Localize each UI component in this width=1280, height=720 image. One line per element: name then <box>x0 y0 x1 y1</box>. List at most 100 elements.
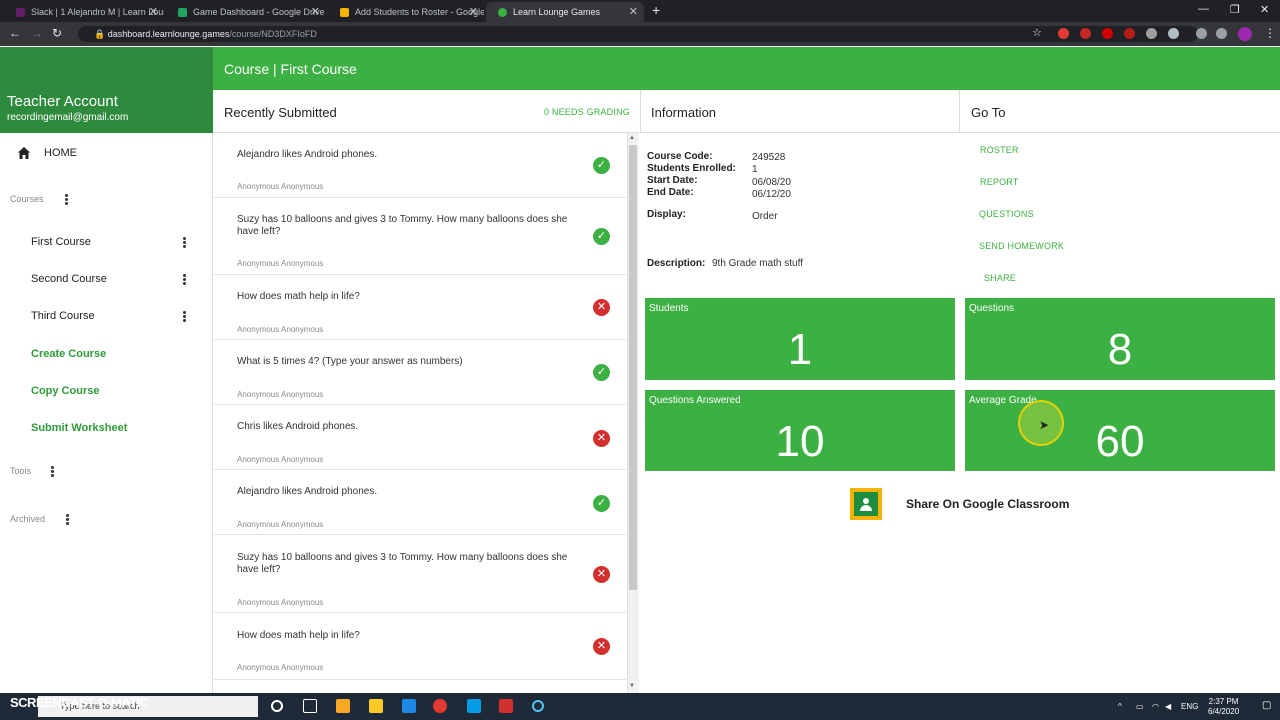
tray-chevron-icon[interactable]: ^ <box>1118 702 1122 711</box>
browser-tab-learnlounge[interactable]: Learn Lounge Games ✕ <box>486 2 644 22</box>
page-title: Course | First Course <box>224 61 357 77</box>
needs-grading-link[interactable]: 0 NEEDS GRADING <box>544 107 630 117</box>
check-icon: ✓ <box>593 157 610 174</box>
create-course-link[interactable]: Create Course <box>31 348 106 360</box>
submission-question: Suzy has 10 balloons and gives 3 to Tomm… <box>237 214 568 237</box>
average-grade-value: 60 <box>1095 417 1145 466</box>
back-icon[interactable]: ← <box>9 26 21 40</box>
check-icon: ✓ <box>593 495 610 512</box>
sidebar-item-second-course[interactable]: Second Course <box>31 273 107 285</box>
report-link[interactable]: REPORT <box>980 177 1019 187</box>
submission-row[interactable]: Chris likes Android phones. Anonymous An… <box>214 405 626 470</box>
new-tab-button[interactable]: + <box>652 2 660 18</box>
account-email: recordingemail@gmail.com <box>7 112 129 123</box>
submit-worksheet-link[interactable]: Submit Worksheet <box>31 422 127 434</box>
share-link[interactable]: SHARE <box>984 273 1016 283</box>
learnlounge-icon <box>498 7 507 17</box>
start-date-label: Start Date: <box>647 175 698 186</box>
extension-icon[interactable] <box>1146 28 1157 39</box>
tab-title: Learn Lounge Games <box>513 7 601 17</box>
submission-list: Alejandro likes Android phones. Anonymou… <box>214 133 626 693</box>
display-value: Order <box>752 211 778 222</box>
share-google-classroom-button[interactable]: Share On Google Classroom <box>906 497 1069 511</box>
browser-tab-drive[interactable]: Game Dashboard - Google Drive ✕ <box>166 2 326 22</box>
submission-row[interactable]: Alejandro likes Android phones. Anonymou… <box>214 133 626 198</box>
questions-link[interactable]: QUESTIONS <box>979 209 1034 219</box>
sidebar-item-home[interactable]: HOME <box>17 146 77 160</box>
submission-row[interactable]: Alejandro likes Android phones. Anonymou… <box>214 470 626 535</box>
taskbar-clock[interactable]: 2:37 PM 6/4/2020 <box>1208 697 1239 717</box>
sidebar-item-first-course[interactable]: First Course <box>31 236 91 248</box>
submission-row[interactable]: What is 5 times 4? (Type your answer as … <box>214 340 626 405</box>
questions-answered-label: Questions Answered <box>649 395 741 406</box>
minimize-button[interactable]: — <box>1198 3 1209 15</box>
volume-icon[interactable]: ◀ <box>1165 702 1171 711</box>
task-view-icon[interactable] <box>303 699 317 713</box>
extension-icon[interactable] <box>1102 28 1113 39</box>
language-indicator[interactable]: ENG <box>1181 702 1198 711</box>
chrome-icon[interactable] <box>433 699 447 713</box>
submission-row[interactable]: How does math help in life? Anonymous An… <box>214 275 626 340</box>
send-homework-link[interactable]: SEND HOMEWORK <box>979 241 1064 251</box>
url-field[interactable]: 🔒 dashboard.learnlounge.games/course/ND3… <box>78 26 1198 42</box>
extension-icon[interactable] <box>1168 28 1179 39</box>
tray-app-icon[interactable]: ▭ <box>1136 702 1144 711</box>
scroll-down-arrow-icon[interactable]: ▼ <box>629 683 635 689</box>
copy-course-link[interactable]: Copy Course <box>31 385 99 397</box>
submission-row[interactable]: How does math help in life? Anonymous An… <box>214 613 626 680</box>
reload-icon[interactable]: ↻ <box>52 26 62 40</box>
course-menu-icon[interactable] <box>183 237 186 248</box>
profile-avatar[interactable] <box>1238 27 1252 41</box>
recently-submitted-header: Recently Submitted 0 NEEDS GRADING <box>214 90 639 133</box>
tools-menu-icon[interactable] <box>51 466 54 477</box>
x-mark-icon: ✕ <box>593 638 610 655</box>
close-icon[interactable]: ✕ <box>149 5 158 18</box>
roster-link[interactable]: ROSTER <box>980 145 1019 155</box>
sidebar-item-third-course[interactable]: Third Course <box>31 310 95 322</box>
home-label: HOME <box>44 147 77 159</box>
recorder-icon[interactable] <box>532 700 544 712</box>
courses-menu-icon[interactable] <box>65 194 68 205</box>
key-icon[interactable] <box>1216 28 1227 39</box>
browser-tab-bar: Slack | 1 Alejandro M | Learn Loun ✕ Gam… <box>0 0 1280 22</box>
file-explorer-icon[interactable] <box>369 699 383 713</box>
window-close-button[interactable]: ✕ <box>1260 3 1269 16</box>
account-title: Teacher Account <box>7 93 118 110</box>
browser-menu-icon[interactable]: ⋮ <box>1264 26 1276 40</box>
submission-row[interactable]: Suzy has 10 balloons and gives 3 to Tomm… <box>214 198 626 275</box>
submission-question: What is 5 times 4? (Type your answer as … <box>237 356 463 367</box>
check-icon: ✓ <box>593 364 610 381</box>
close-icon[interactable]: ✕ <box>311 5 320 18</box>
scrollbar-thumb[interactable] <box>629 145 637 590</box>
extension-icon[interactable] <box>1058 28 1069 39</box>
course-menu-icon[interactable] <box>183 311 186 322</box>
forward-icon[interactable]: → <box>31 26 43 40</box>
extension-icon[interactable] <box>1080 28 1091 39</box>
start-date-value: 06/08/20 <box>752 177 791 188</box>
close-icon[interactable]: ✕ <box>469 5 478 18</box>
address-bar-row: ← → ↻ 🔒 dashboard.learnlounge.games/cour… <box>0 22 1280 46</box>
app-icon[interactable] <box>467 699 481 713</box>
submission-author: Anonymous Anonymous <box>237 325 324 334</box>
maximize-button[interactable]: ❐ <box>1230 3 1240 16</box>
store-icon[interactable] <box>336 699 350 713</box>
cortana-icon[interactable] <box>271 700 283 712</box>
google-classroom-icon[interactable] <box>850 488 882 520</box>
goto-header: Go To <box>959 90 1280 133</box>
acrobat-icon[interactable] <box>499 699 513 713</box>
extension-icon[interactable] <box>1124 28 1135 39</box>
description-value: 9th Grade math stuff <box>712 258 803 269</box>
course-menu-icon[interactable] <box>183 274 186 285</box>
close-icon[interactable]: ✕ <box>629 5 638 18</box>
browser-tab-slides[interactable]: Add Students to Roster - Google ✕ <box>328 2 484 22</box>
submission-row[interactable]: Suzy has 10 balloons and gives 3 to Tomm… <box>214 535 626 613</box>
playlist-icon[interactable] <box>1196 28 1207 39</box>
bookmark-star-icon[interactable]: ☆ <box>1032 26 1042 39</box>
archived-menu-icon[interactable] <box>66 514 69 525</box>
scroll-up-arrow-icon[interactable]: ▲ <box>629 135 635 141</box>
browser-tab-slack[interactable]: Slack | 1 Alejandro M | Learn Loun ✕ <box>4 2 164 22</box>
recently-submitted-title: Recently Submitted <box>224 105 337 120</box>
notification-icon[interactable]: ▢ <box>1262 700 1271 711</box>
mail-icon[interactable] <box>402 699 416 713</box>
network-icon[interactable]: ◠ <box>1152 702 1159 711</box>
